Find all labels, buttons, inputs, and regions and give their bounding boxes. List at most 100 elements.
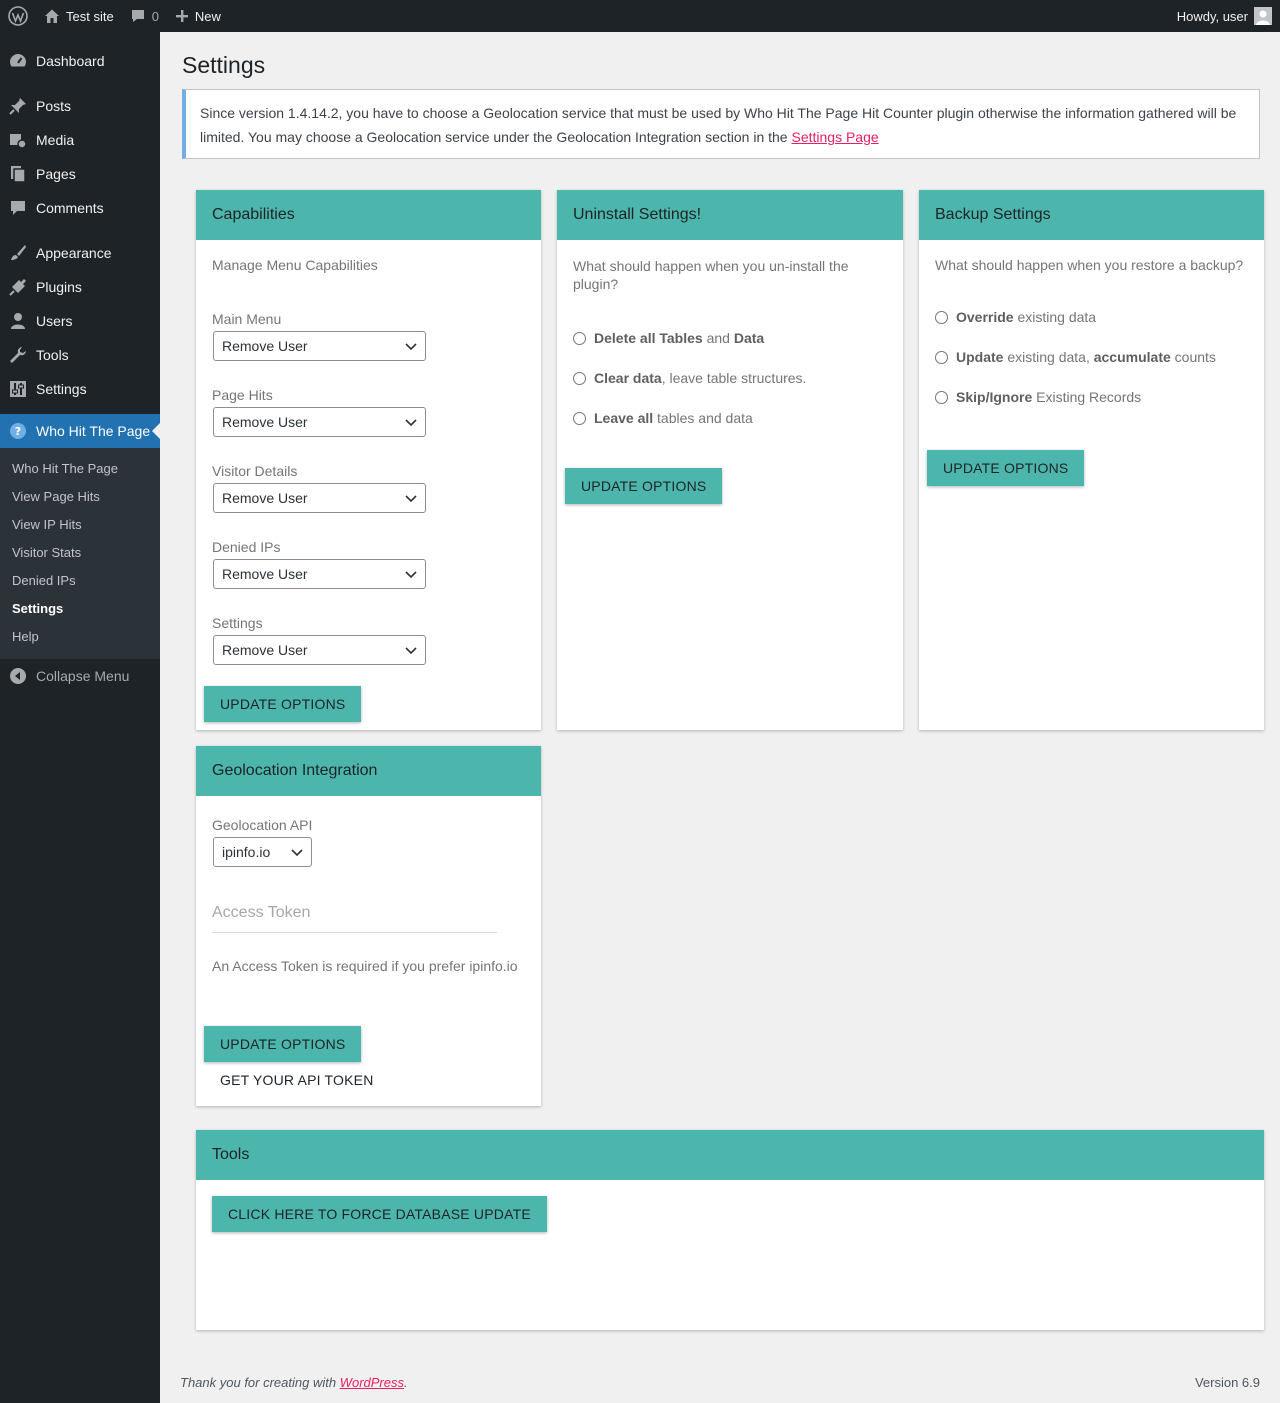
- plug-icon: [8, 277, 28, 297]
- sidebar-item-pages[interactable]: Pages: [0, 157, 160, 191]
- footer-thanks: Thank you for creating with: [180, 1375, 337, 1390]
- visitor-details-select[interactable]: Remove User: [213, 483, 426, 513]
- comments-count: 0: [151, 8, 159, 24]
- sidebar-item-label: Dashboard: [36, 53, 105, 69]
- comments-link[interactable]: 0: [122, 0, 167, 32]
- option-text: counts: [1170, 349, 1216, 365]
- field-label: Page Hits: [212, 387, 273, 403]
- field-label: Main Menu: [212, 311, 282, 327]
- sidebar-item-label: Tools: [36, 347, 69, 363]
- select-value: Remove User: [222, 566, 308, 582]
- collapse-icon: [8, 666, 28, 686]
- sidebar-item-label: Settings: [36, 381, 87, 397]
- notice-text: Since version 1.4.14.2, you have to choo…: [200, 105, 1237, 145]
- sidebar-item-tools[interactable]: Tools: [0, 338, 160, 372]
- submenu-item-denied-ips[interactable]: Denied IPs: [0, 567, 160, 595]
- capabilities-update-button[interactable]: UPDATE OPTIONS: [204, 686, 362, 722]
- sidebar-item-dashboard[interactable]: Dashboard: [0, 44, 160, 78]
- submenu-item-visitor-stats[interactable]: Visitor Stats: [0, 539, 160, 567]
- capabilities-card: Capabilities Manage Menu Capabilities Ma…: [196, 190, 541, 730]
- backup-card-title: Backup Settings: [919, 190, 1264, 240]
- version-text: Version 6.9: [1194, 1375, 1260, 1390]
- radio-button[interactable]: [935, 310, 948, 324]
- uninstall-question: What should happen when you un-install t…: [573, 258, 849, 292]
- option-text: existing data,: [1003, 349, 1094, 365]
- submenu-item-settings[interactable]: Settings: [0, 595, 160, 623]
- field-label: Settings: [212, 615, 263, 631]
- option-bold: Update: [956, 349, 1004, 365]
- sidebar-item-label: Appearance: [36, 245, 112, 261]
- admin-bar: Test site 0 New Howdy, user: [0, 0, 1280, 32]
- access-token-input[interactable]: Access Token: [212, 893, 497, 933]
- field-label: Visitor Details: [212, 463, 298, 479]
- sidebar-item-label: Who Hit The Page: [36, 423, 151, 439]
- pages-icon: [8, 164, 28, 184]
- sidebar-item-label: Posts: [36, 98, 72, 114]
- geolocation-api-select[interactable]: ipinfo.io: [213, 837, 312, 867]
- my-account[interactable]: Howdy, user: [1177, 7, 1280, 25]
- settings-field: Settings Remove User: [212, 615, 525, 665]
- backup-question: What should happen when you restore a ba…: [935, 257, 1244, 273]
- sidebar-item-media[interactable]: Media: [0, 123, 160, 157]
- capabilities-subtitle: Manage Menu Capabilities: [212, 257, 378, 273]
- chevron-down-icon: [291, 844, 303, 860]
- sidebar-item-appearance[interactable]: Appearance: [0, 236, 160, 270]
- home-icon: [44, 8, 60, 24]
- chevron-down-icon: [405, 338, 417, 354]
- radio-override[interactable]: Override existing data: [935, 307, 1248, 327]
- get-api-token-button[interactable]: GET YOUR API TOKEN: [204, 1062, 390, 1098]
- radio-button[interactable]: [573, 371, 586, 385]
- submenu-item-help[interactable]: Help: [0, 623, 160, 651]
- radio-update[interactable]: Update existing data, accumulate counts: [935, 347, 1248, 367]
- option-bold: Override: [956, 309, 1014, 325]
- help-icon: ?: [8, 421, 28, 441]
- page-title: Settings: [182, 52, 266, 78]
- page-hits-select[interactable]: Remove User: [213, 407, 426, 437]
- sidebar-item-comments[interactable]: Comments: [0, 191, 160, 225]
- sidebar-item-posts[interactable]: Posts: [0, 89, 160, 123]
- submenu-item-view-page-hits[interactable]: View Page Hits: [0, 483, 160, 511]
- footer-period: .: [404, 1375, 408, 1390]
- collapse-menu-button[interactable]: Collapse Menu: [0, 659, 160, 693]
- pin-icon: [8, 96, 28, 116]
- radio-button[interactable]: [573, 411, 586, 425]
- select-value: ipinfo.io: [222, 844, 271, 860]
- radio-button[interactable]: [573, 331, 586, 345]
- option-bold: Data: [733, 330, 765, 346]
- wordpress-link[interactable]: WordPress: [340, 1375, 404, 1390]
- force-database-update-button[interactable]: CLICK HERE TO FORCE DATABASE UPDATE: [212, 1196, 547, 1232]
- capabilities-card-title: Capabilities: [196, 190, 541, 240]
- sidebar-item-users[interactable]: Users: [0, 304, 160, 338]
- field-label: Denied IPs: [212, 539, 281, 555]
- main-menu-select[interactable]: Remove User: [213, 331, 426, 361]
- sidebar-item-label: Comments: [36, 200, 104, 216]
- radio-button[interactable]: [935, 390, 948, 404]
- radio-clear-data[interactable]: Clear data, leave table structures.: [573, 368, 887, 388]
- radio-leave-all[interactable]: Leave all tables and data: [573, 408, 887, 428]
- backup-update-button[interactable]: UPDATE OPTIONS: [927, 450, 1085, 486]
- uninstall-update-button[interactable]: UPDATE OPTIONS: [565, 468, 723, 504]
- radio-delete-all[interactable]: Delete all Tables and Data: [573, 328, 887, 348]
- sidebar-item-label: Media: [36, 132, 75, 148]
- sidebar-item-plugins[interactable]: Plugins: [0, 270, 160, 304]
- sidebar-item-who-hit-the-page[interactable]: ? Who Hit The Page: [0, 414, 160, 448]
- settings-page-link[interactable]: Settings Page: [791, 129, 878, 145]
- denied-ips-select[interactable]: Remove User: [213, 559, 426, 589]
- new-label: New: [194, 8, 221, 24]
- radio-button[interactable]: [935, 350, 948, 364]
- collapse-menu-label: Collapse Menu: [36, 668, 130, 684]
- site-name-link[interactable]: Test site: [36, 0, 122, 32]
- media-icon: [8, 130, 28, 150]
- new-content-link[interactable]: New: [167, 0, 229, 32]
- radio-skip-ignore[interactable]: Skip/Ignore Existing Records: [935, 387, 1248, 407]
- wrench-icon: [8, 345, 28, 365]
- option-text: existing data: [1013, 309, 1097, 325]
- chevron-down-icon: [405, 566, 417, 582]
- option-text: , leave table structures.: [661, 370, 807, 386]
- submenu-item-view-ip-hits[interactable]: View IP Hits: [0, 511, 160, 539]
- submenu-item-who-hit-the-page[interactable]: Who Hit The Page: [0, 455, 160, 483]
- sidebar-item-settings[interactable]: Settings: [0, 372, 160, 406]
- geolocation-update-button[interactable]: UPDATE OPTIONS: [204, 1026, 362, 1062]
- wordpress-logo-icon[interactable]: [0, 0, 36, 32]
- settings-select[interactable]: Remove User: [213, 635, 426, 665]
